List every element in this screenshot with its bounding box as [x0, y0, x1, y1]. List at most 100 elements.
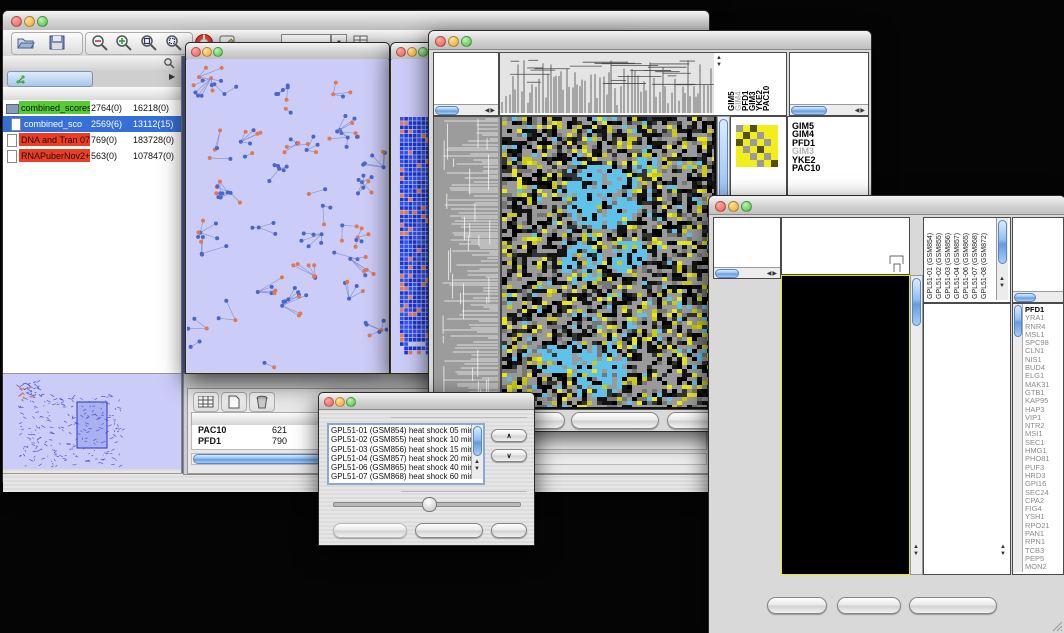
net1-zoom-button[interactable]: [213, 47, 223, 57]
tv2-zoom-button[interactable]: [741, 201, 752, 212]
tv1-close-button[interactable]: [435, 36, 446, 47]
resize-grip[interactable]: [1051, 620, 1063, 632]
tv2-heatmap-panel[interactable]: [781, 275, 910, 575]
matrix-cell[interactable]: [750, 132, 757, 139]
tv1-zoom-button[interactable]: [461, 36, 472, 47]
matrix-cell[interactable]: [736, 139, 743, 146]
tv1-row-dendrogram[interactable]: [434, 117, 500, 407]
animate-vizmap-button[interactable]: [333, 523, 407, 538]
save-session-icon[interactable]: [49, 35, 65, 50]
net2-zoom-button[interactable]: [418, 47, 428, 57]
matrix-cell[interactable]: [743, 139, 750, 146]
tv1-heatmap-canvas[interactable]: [502, 117, 716, 407]
tab-overflow-arrow[interactable]: ▶: [169, 72, 175, 81]
network-canvas-1[interactable]: [187, 59, 388, 371]
float-panel-icon[interactable]: [163, 57, 175, 69]
network-canvas-2[interactable]: [400, 117, 430, 357]
attribute-list-item[interactable]: GPL51-03 (GSM856) heat shock 15 min: [331, 445, 471, 454]
network-table-row[interactable]: combined_scores2764(0)16218(0): [3, 100, 181, 116]
matrix-cell[interactable]: [764, 125, 771, 132]
attribute-list-item[interactable]: GPL51-04 (GSM857) heat shock 20 min: [331, 454, 471, 463]
done-button[interactable]: [491, 523, 527, 538]
matrix-cell[interactable]: [743, 153, 750, 160]
matrix-cell[interactable]: [750, 125, 757, 132]
tv1-heatmap-panel[interactable]: [501, 116, 717, 410]
tv2-column-tree-panel[interactable]: [781, 217, 910, 275]
network-overview-canvas[interactable]: [3, 374, 181, 470]
matrix-cell[interactable]: [757, 146, 764, 153]
attribute-list[interactable]: GPL51-01 (GSM854) heat shock 05 minGPL51…: [327, 423, 485, 485]
matrix-cell[interactable]: [750, 146, 757, 153]
attribute-list-item[interactable]: GPL51-07 (GSM868) heat shock 60 min: [331, 472, 471, 481]
open-session-icon[interactable]: [17, 35, 35, 50]
attribute-list-item[interactable]: GPL51-06 (GSM865) heat shock 40 min: [331, 463, 471, 472]
tv1-export-graphics-button[interactable]: [571, 412, 659, 429]
tv2-usage-scrollbar[interactable]: [1013, 291, 1063, 302]
tv1-row-tree-panel[interactable]: [433, 116, 501, 410]
net1-close-button[interactable]: [191, 47, 201, 57]
tab-network[interactable]: [7, 71, 93, 87]
attribute-list-vscrollbar[interactable]: ▲▼: [471, 425, 483, 479]
zoom-fit-icon[interactable]: [140, 34, 158, 52]
zoom-window-button[interactable]: [37, 16, 48, 27]
tv2-zoom-heatmap-panel[interactable]: ▲▼: [923, 303, 1011, 575]
tv1-column-tree-panel[interactable]: ▲▼ GIM5GIM4PFD1GIM3YKE2PAC10: [499, 52, 787, 116]
matrix-cell[interactable]: [750, 153, 757, 160]
tv1-usage-scrollbar[interactable]: ◀▶: [790, 104, 868, 115]
move-attribute-up-button[interactable]: ∧: [491, 429, 527, 442]
net1-minimize-button[interactable]: [202, 47, 212, 57]
move-attribute-down-button[interactable]: ∨: [491, 449, 527, 462]
matrix-cell[interactable]: [743, 160, 750, 167]
tv1-column-dendrogram[interactable]: [500, 53, 714, 113]
net1-canvas-panel[interactable]: [187, 59, 388, 372]
network-overview-panel[interactable]: [3, 373, 181, 470]
tv2-titlebar[interactable]: [709, 196, 1064, 215]
matrix-cell[interactable]: [764, 132, 771, 139]
slider-thumb[interactable]: [422, 497, 437, 512]
tv2-settings-button[interactable]: [767, 597, 827, 614]
tv2-heatmap-vscrollbar[interactable]: ▲▼: [910, 275, 923, 575]
zoom-in-icon[interactable]: [115, 34, 133, 52]
attribute-list-item[interactable]: GPL51-01 (GSM854) heat shock 05 min: [331, 426, 471, 435]
network-table-row[interactable]: RNAPuberNov2+563(0)107847(0): [3, 148, 181, 164]
matrix-cell[interactable]: [764, 139, 771, 146]
dialog-titlebar[interactable]: [319, 393, 534, 410]
matrix-cell[interactable]: [771, 139, 778, 146]
matrix-cell[interactable]: [750, 139, 757, 146]
animation-speed-slider[interactable]: [333, 502, 521, 507]
minimize-button[interactable]: [24, 16, 35, 27]
dialog-minimize-button[interactable]: [335, 397, 345, 407]
main-titlebar[interactable]: [3, 11, 709, 31]
matrix-cell[interactable]: [757, 132, 764, 139]
attribute-list-item[interactable]: GPL51-02 (GSM855) heat shock 10 min: [331, 435, 471, 444]
matrix-cell[interactable]: [771, 132, 778, 139]
matrix-cell[interactable]: [764, 153, 771, 160]
tv2-status-scrollbar[interactable]: ◀▶: [714, 267, 780, 278]
matrix-cell[interactable]: [757, 160, 764, 167]
tv1-titlebar[interactable]: [429, 31, 871, 50]
matrix-cell[interactable]: [736, 160, 743, 167]
tv2-collabel-vscrollbar[interactable]: ▲▼: [996, 218, 1008, 300]
matrix-cell[interactable]: [750, 160, 757, 167]
tv2-save-data-button[interactable]: [837, 597, 901, 614]
matrix-cell[interactable]: [736, 125, 743, 132]
zoom-out-icon[interactable]: [91, 34, 109, 52]
close-button[interactable]: [11, 16, 22, 27]
matrix-cell[interactable]: [764, 160, 771, 167]
tv2-gene-vscrollbar[interactable]: [1013, 304, 1023, 572]
delete-attribute-button[interactable]: [249, 392, 275, 412]
tv2-minimize-button[interactable]: [728, 201, 739, 212]
tv2-close-button[interactable]: [715, 201, 726, 212]
new-attribute-button[interactable]: [221, 392, 247, 412]
matrix-cell[interactable]: [757, 139, 764, 146]
network-table-row[interactable]: combined_sco2569(6)13112(15): [3, 116, 181, 132]
matrix-cell[interactable]: [743, 132, 750, 139]
matrix-cell[interactable]: [771, 160, 778, 167]
tv1-status-scrollbar[interactable]: ◀▶: [434, 104, 498, 115]
matrix-cell[interactable]: [764, 146, 771, 153]
zoom-selected-icon[interactable]: [165, 34, 183, 52]
matrix-cell[interactable]: [757, 125, 764, 132]
tv2-export-graphics-button[interactable]: [909, 597, 997, 614]
matrix-cell[interactable]: [771, 125, 778, 132]
matrix-cell[interactable]: [743, 146, 750, 153]
